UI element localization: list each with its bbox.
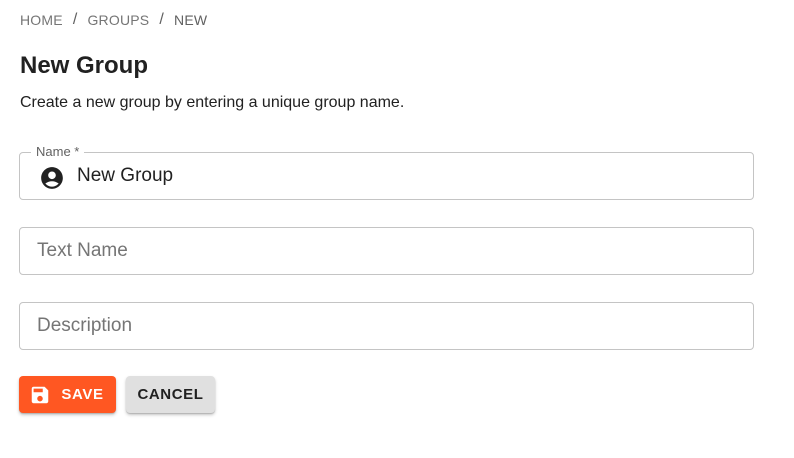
account-circle-icon <box>41 167 63 189</box>
cancel-button[interactable]: CANCEL <box>126 376 215 413</box>
save-icon <box>32 386 49 403</box>
save-button[interactable]: SAVE <box>19 376 116 413</box>
breadcrumb-current: NEW <box>174 12 208 28</box>
page-title: New Group <box>20 52 149 79</box>
cancel-button-label: CANCEL <box>137 386 204 403</box>
name-input[interactable] <box>77 153 737 199</box>
breadcrumb-separator: / <box>159 11 165 28</box>
text-name-field[interactable] <box>19 227 754 275</box>
breadcrumb: HOME / GROUPS / NEW <box>20 11 207 29</box>
page: HOME / GROUPS / NEW New Group Create a n… <box>0 0 794 458</box>
description-field[interactable] <box>19 302 754 350</box>
breadcrumb-home-link[interactable]: HOME <box>20 12 63 28</box>
breadcrumb-groups-link[interactable]: GROUPS <box>87 12 149 28</box>
description-input[interactable] <box>37 303 737 349</box>
name-field[interactable]: Name * <box>19 143 754 200</box>
save-button-label: SAVE <box>61 386 104 403</box>
text-name-input[interactable] <box>37 228 737 274</box>
breadcrumb-separator: / <box>72 11 78 28</box>
page-description: Create a new group by entering a unique … <box>20 94 405 111</box>
